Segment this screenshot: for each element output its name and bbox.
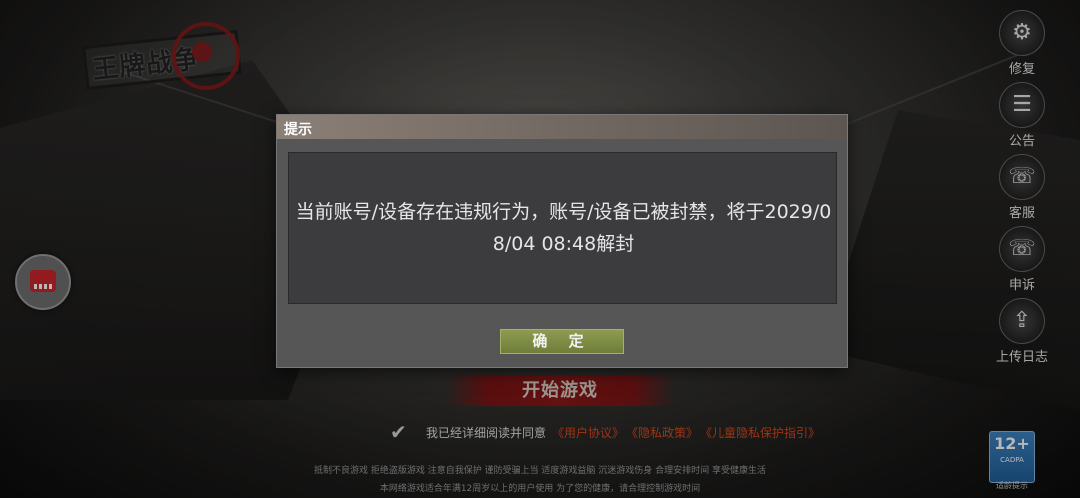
- dialog-message: 当前账号/设备存在违规行为，账号/设备已被封禁，将于2029/08/04 08:…: [295, 201, 832, 255]
- dialog-body: 当前账号/设备存在违规行为，账号/设备已被封禁，将于2029/08/04 08:…: [288, 152, 837, 304]
- alert-dialog: 提示 当前账号/设备存在违规行为，账号/设备已被封禁，将于2029/08/04 …: [276, 114, 848, 368]
- game-launcher-screen: 王牌战争 ⚙ 修复 ☰ 公告 ☏ 客服 ☏ 申诉 ⇪ 上传日志 开始游戏 ✔ 我…: [0, 0, 1080, 498]
- dialog-title: 提示: [284, 122, 312, 138]
- dialog-header: 提示: [277, 115, 847, 139]
- confirm-button[interactable]: 确 定: [500, 329, 624, 354]
